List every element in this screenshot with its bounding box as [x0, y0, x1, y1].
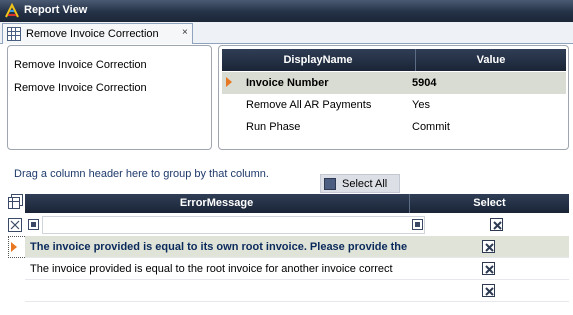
grid-tab-icon [7, 27, 21, 41]
parameter-value[interactable]: Yes [412, 99, 430, 111]
parameter-name: Run Phase [246, 121, 301, 133]
window-title: Report View [24, 4, 88, 16]
column-header-displayname[interactable]: DisplayName [222, 54, 414, 66]
select-cell[interactable] [408, 258, 569, 280]
tab-label: Remove Invoice Correction [26, 28, 159, 40]
current-row-indicator-icon [11, 242, 17, 252]
parameter-row-run-phase[interactable]: Run Phase Commit [222, 116, 566, 138]
parameters-header: DisplayName Value [222, 49, 566, 71]
close-icon[interactable]: × [182, 27, 188, 38]
report-name-line: Remove Invoice Correction [14, 59, 147, 71]
parameter-value[interactable]: Commit [412, 121, 450, 133]
error-message-cell[interactable]: The invoice provided is equal to its own… [25, 236, 408, 258]
column-header-select[interactable]: Select [409, 194, 569, 213]
select-checkbox[interactable] [482, 240, 495, 253]
parameters-grid: DisplayName Value Invoice Number 5904 Re… [218, 45, 569, 150]
report-info-panel: Remove Invoice Correction Remove Invoice… [7, 45, 212, 150]
column-header-value[interactable]: Value [415, 49, 566, 71]
window-titlebar: Report View [0, 0, 573, 22]
select-all-button[interactable]: Select All [320, 174, 400, 193]
parameter-row-invoice-number[interactable]: Invoice Number 5904 [222, 72, 566, 94]
error-row[interactable]: The invoice provided is equal to its own… [8, 236, 569, 258]
parameter-name: Invoice Number [246, 77, 329, 89]
filter-operator-select[interactable] [412, 219, 423, 230]
tab-remove-invoice-correction[interactable]: Remove Invoice Correction × [2, 23, 193, 44]
parameter-row-remove-ar-payments[interactable]: Remove All AR Payments Yes [222, 94, 566, 116]
column-header-errormessage[interactable]: ErrorMessage [25, 197, 408, 209]
group-by-area[interactable]: Drag a column header here to group by th… [14, 168, 269, 180]
checkbox-icon [324, 178, 336, 190]
tab-strip: Remove Invoice Correction × [0, 22, 573, 44]
filter-row [8, 216, 569, 234]
parameter-name: Remove All AR Payments [246, 99, 372, 111]
column-chooser-icon[interactable] [8, 194, 23, 209]
filter-icon[interactable] [8, 218, 22, 232]
select-all-label: Select All [342, 178, 388, 190]
errors-grid-header: ErrorMessage Select [25, 194, 569, 213]
error-message-text: The invoice provided is equal to the roo… [30, 263, 393, 275]
select-cell[interactable] [408, 280, 569, 302]
error-row[interactable] [8, 280, 569, 302]
error-message-cell[interactable]: The invoice provided is equal to the roo… [25, 258, 408, 280]
report-app-icon [4, 2, 20, 19]
report-description-line: Remove Invoice Correction [14, 82, 147, 94]
error-row[interactable]: The invoice provided is equal to the roo… [8, 258, 569, 280]
parameter-value[interactable]: 5904 [412, 77, 436, 89]
error-message-text: The invoice provided is equal to its own… [30, 241, 408, 253]
filter-operator-message[interactable] [28, 219, 39, 230]
select-checkbox[interactable] [482, 284, 495, 297]
current-row-indicator-icon [226, 77, 232, 87]
filter-select-checkbox[interactable] [490, 218, 503, 231]
error-message-cell[interactable] [25, 280, 408, 302]
select-checkbox[interactable] [482, 262, 495, 275]
select-cell[interactable] [408, 236, 569, 258]
filter-input-message[interactable] [42, 216, 425, 234]
